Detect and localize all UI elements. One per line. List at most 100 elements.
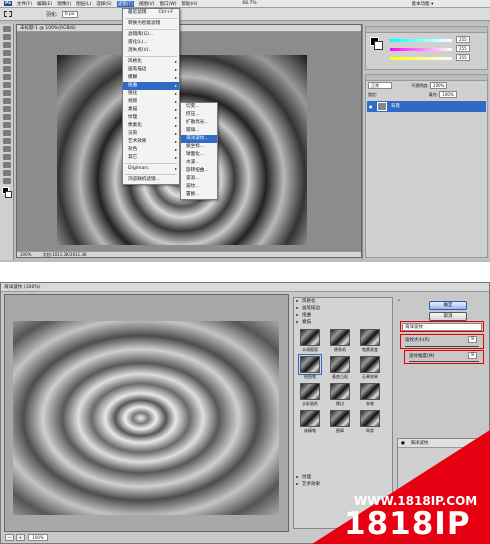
marquee-tool-icon[interactable] — [4, 11, 12, 17]
submenu-item[interactable]: 玻璃... — [181, 127, 217, 135]
thumb-reticulation[interactable] — [360, 410, 380, 427]
submenu-item[interactable]: 极坐标... — [181, 143, 217, 151]
healing-brush-icon[interactable] — [3, 74, 11, 80]
path-select-icon[interactable] — [3, 154, 11, 160]
shape-tool-icon[interactable] — [3, 162, 11, 168]
preview-zoom[interactable]: − + 100% — [5, 534, 48, 541]
submenu-item[interactable]: 水波... — [181, 159, 217, 167]
panel-tab-layers[interactable] — [366, 75, 487, 81]
menu-item[interactable]: 像素化 ▸ — [123, 122, 179, 130]
cancel-button[interactable]: 取消 — [429, 312, 467, 321]
menu-item[interactable]: 视频 ▸ — [123, 98, 179, 106]
group-sketch[interactable]: 素描 — [294, 319, 392, 326]
menu-item[interactable]: 最近滤镜 Ctrl+F — [123, 9, 179, 17]
clone-stamp-icon[interactable] — [3, 90, 11, 96]
crop-tool-icon[interactable] — [3, 58, 11, 64]
menu-item[interactable]: 模糊 ▸ — [123, 74, 179, 82]
group-brush-strokes[interactable]: 画笔描边 — [294, 305, 392, 312]
feather-input[interactable]: 0 px — [61, 10, 78, 18]
red-value[interactable]: 255 — [456, 36, 470, 43]
brush-tool-icon[interactable] — [3, 82, 11, 88]
hand-tool-icon[interactable] — [3, 170, 11, 176]
filter-select[interactable]: 海洋波纹 — [402, 323, 482, 331]
workspace-switcher[interactable]: 基本功能 ▾ — [412, 1, 434, 7]
panel-tab-color[interactable] — [366, 27, 487, 33]
thumb-plaster[interactable] — [360, 356, 380, 373]
background-swatch[interactable] — [374, 41, 383, 50]
menu-item[interactable]: 艺术效果 ▸ — [123, 138, 179, 146]
menu-select[interactable]: 选择(S) — [96, 1, 111, 7]
document-tab[interactable]: 未标题-1 @ 100%(RGB/8) — [17, 25, 361, 32]
menu-item[interactable]: 渲染 ▸ — [123, 130, 179, 138]
thumb-chrome[interactable] — [360, 329, 380, 346]
blue-value[interactable]: 255 — [456, 54, 470, 61]
thumb-bas-relief[interactable] — [330, 356, 350, 373]
thumb-note-paper[interactable] — [330, 329, 350, 346]
ripple-magnitude-slider[interactable] — [409, 361, 479, 362]
menu-item[interactable]: 素描 ▸ — [123, 106, 179, 114]
menu-item[interactable]: 其它 ▸ — [123, 154, 179, 162]
blend-mode-select[interactable]: 正常 — [368, 82, 392, 89]
thumb-conte-crayon[interactable] — [300, 410, 320, 427]
zoom-tool-icon[interactable] — [3, 178, 11, 184]
blur-tool-icon[interactable] — [3, 122, 11, 128]
menu-item[interactable]: Digimarc ▸ — [123, 165, 179, 173]
marquee-tool-icon[interactable] — [3, 34, 11, 40]
menu-item[interactable]: 浏览联机滤镜... — [123, 176, 179, 184]
red-slider[interactable] — [390, 39, 452, 42]
submenu-item[interactable]: 挤压... — [181, 111, 217, 119]
background-color-swatch[interactable] — [5, 191, 12, 198]
submenu-item-ocean-ripple[interactable]: 海洋波纹... — [181, 135, 217, 143]
gradient-tool-icon[interactable] — [3, 114, 11, 120]
move-tool-icon[interactable] — [3, 26, 11, 32]
thumb-torn-edges[interactable] — [330, 383, 350, 400]
ripple-size-slider[interactable] — [405, 346, 479, 347]
type-tool-icon[interactable] — [3, 146, 11, 152]
menu-edit[interactable]: 编辑(E) — [37, 1, 52, 7]
submenu-item[interactable]: 切变... — [181, 103, 217, 111]
ripple-magnitude-value[interactable]: 9 — [468, 352, 477, 359]
collapse-gallery-icon[interactable]: ⌃ — [397, 299, 401, 305]
menu-help[interactable]: 帮助(H) — [181, 1, 197, 7]
submenu-item[interactable]: 球面化... — [181, 151, 217, 159]
dodge-tool-icon[interactable] — [3, 130, 11, 136]
submenu-item[interactable]: 扩散亮光... — [181, 119, 217, 127]
menu-window[interactable]: 窗口(W) — [159, 1, 176, 7]
thumb-halftone[interactable] — [300, 329, 320, 346]
blue-slider[interactable] — [390, 57, 452, 60]
thumb-stamp[interactable] — [330, 410, 350, 427]
thumb-charcoal[interactable] — [360, 383, 380, 400]
menu-image[interactable]: 图像(I) — [57, 1, 71, 7]
menu-item[interactable]: 液化(L)... — [123, 39, 179, 47]
submenu-item[interactable]: 波纹... — [181, 183, 217, 191]
thumb-water-paper[interactable] — [300, 383, 320, 400]
menu-item[interactable]: 画笔描边 ▸ — [123, 66, 179, 74]
status-zoom[interactable]: 100% — [20, 252, 31, 257]
zoom-level[interactable]: 66.7% — [242, 1, 256, 6]
ripple-size-value[interactable]: 9 — [468, 336, 477, 343]
ok-button[interactable]: 确定 — [429, 301, 467, 310]
opacity-value[interactable]: 100% — [429, 82, 448, 89]
menu-item[interactable]: 杂色 ▸ — [123, 146, 179, 154]
menu-file[interactable]: 文件(F) — [17, 1, 32, 7]
group-distort[interactable]: 扭曲 — [294, 312, 392, 319]
menu-filter[interactable]: 滤镜(T) — [116, 0, 134, 7]
thumb-graphic-pen[interactable] — [298, 354, 322, 375]
menu-item[interactable]: 转换为智能滤镜 — [123, 20, 179, 28]
menu-item[interactable]: 纹理 ▸ — [123, 114, 179, 122]
eyedropper-icon[interactable] — [3, 66, 11, 72]
menu-item[interactable]: 风格化 ▸ — [123, 58, 179, 66]
menu-item[interactable]: 滤镜库(G)... — [123, 31, 179, 39]
menu-item[interactable]: 锐化 ▸ — [123, 90, 179, 98]
history-brush-icon[interactable] — [3, 98, 11, 104]
group-stylize[interactable]: 风格化 — [294, 298, 392, 305]
layer-row[interactable]: ● 背景 — [367, 101, 486, 112]
menu-item[interactable]: 消失点(V)... — [123, 47, 179, 55]
submenu-item[interactable]: 波浪... — [181, 175, 217, 183]
menu-item-distort[interactable]: 扭曲 ▸ — [123, 82, 179, 90]
green-value[interactable]: 255 — [456, 45, 470, 52]
green-slider[interactable] — [390, 48, 452, 51]
menu-layer[interactable]: 图层(L) — [76, 1, 91, 7]
submenu-item[interactable]: 旋转扭曲... — [181, 167, 217, 175]
lasso-tool-icon[interactable] — [3, 42, 11, 48]
